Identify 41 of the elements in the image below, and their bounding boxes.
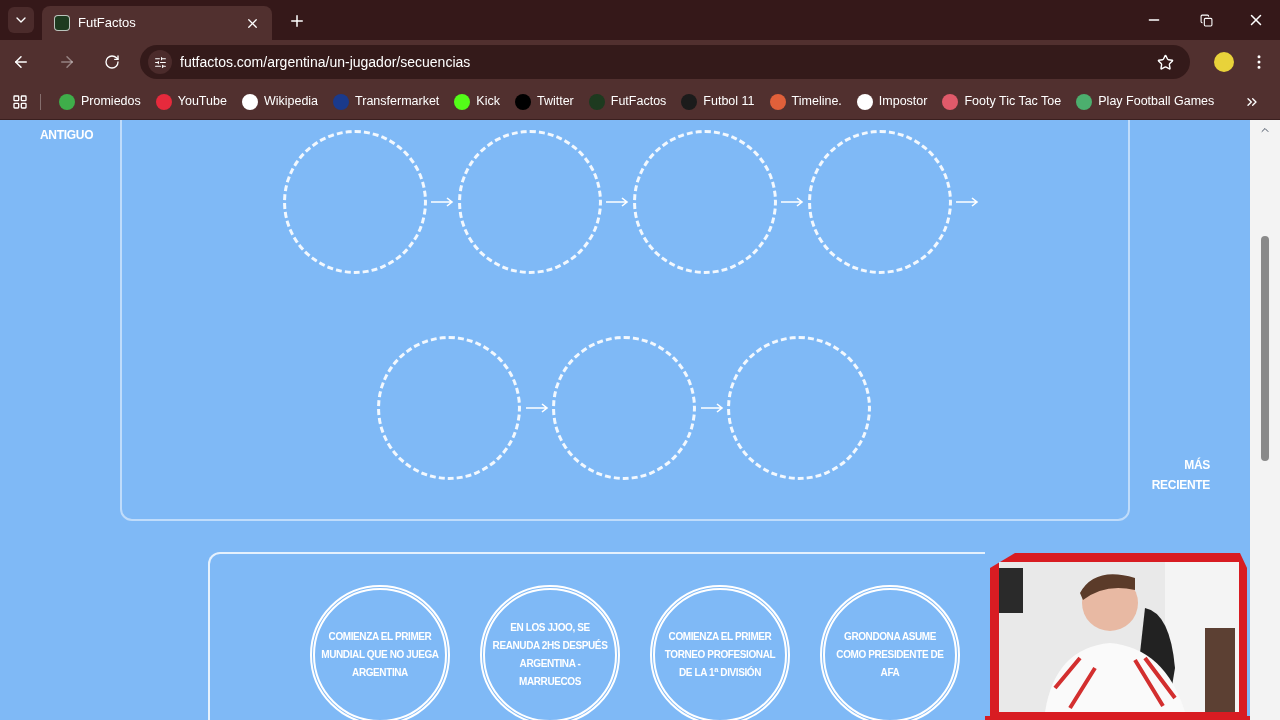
browser-tab[interactable]: FutFactos xyxy=(42,6,272,40)
arrow-icon xyxy=(430,197,454,207)
bookmark-item[interactable]: Footy Tic Tac Toe xyxy=(936,92,1068,111)
bookmark-item[interactable]: Impostor xyxy=(850,92,934,111)
forward-icon[interactable] xyxy=(58,53,76,71)
site-settings-icon[interactable] xyxy=(148,50,172,74)
newest-label: MÁS RECIENTE xyxy=(1150,456,1210,494)
tab-title: FutFactos xyxy=(78,14,137,33)
restore-icon[interactable] xyxy=(1200,13,1213,27)
bookmark-item[interactable]: Futbol 11 xyxy=(675,92,761,111)
arrow-icon xyxy=(699,403,724,413)
tab-favicon-icon xyxy=(54,15,70,31)
back-icon[interactable] xyxy=(12,53,30,71)
event-text: EN LOS JJOO, SE REANUDA 2HS DESPUÉS ARGENTINA - MARRUECOS xyxy=(491,621,609,689)
tab-list-button[interactable] xyxy=(8,7,34,33)
reload-icon[interactable] xyxy=(104,54,120,70)
bookmark-item[interactable]: Promiedos xyxy=(53,92,147,111)
apps-icon[interactable] xyxy=(12,93,28,110)
oldest-label: ANTIGUO xyxy=(40,128,94,142)
bookmark-item[interactable]: Timeline. xyxy=(763,92,848,111)
arrow-icon xyxy=(955,197,979,207)
bookmark-item[interactable]: Kick xyxy=(448,92,506,111)
bookmark-item[interactable]: Play Football Games xyxy=(1070,92,1221,111)
bookmark-item[interactable]: Wikipedia xyxy=(235,92,325,111)
bookmark-item[interactable]: FutFactos xyxy=(582,92,673,111)
new-tab-icon[interactable] xyxy=(288,12,306,30)
event-text: COMIENZA EL PRIMER TORNEO PROFESIONAL DE LA 1$^{a}$ DIVISIÓN xyxy=(663,630,777,680)
scrollbar-thumb[interactable] xyxy=(1261,236,1269,461)
profile-avatar-icon[interactable] xyxy=(1214,52,1234,72)
arrow-icon xyxy=(524,403,549,413)
url-text: futfactos.com/argentina/un-jugador/secuencias xyxy=(180,52,472,72)
event-text: COMIENZA EL PRIMER MUNDIAL QUE NO JUEGA ARGENTINA xyxy=(321,630,439,680)
bookmark-item[interactable]: Twitter xyxy=(508,92,580,111)
bookmark-item[interactable]: YouTube xyxy=(149,92,233,111)
scrollbar[interactable] xyxy=(1250,120,1280,720)
arrow-icon xyxy=(605,197,629,207)
event-text: GRONDONA ASUME COMO PRESIDENTE DE AFA xyxy=(835,630,945,680)
arrow-icon xyxy=(780,197,804,207)
address-bar[interactable]: futfactos.com/argentina/un-jugador/secuencias xyxy=(140,45,1190,79)
bookmark-star-icon[interactable] xyxy=(1157,53,1174,71)
bookmark-item[interactable]: Transfermarket xyxy=(327,92,446,111)
